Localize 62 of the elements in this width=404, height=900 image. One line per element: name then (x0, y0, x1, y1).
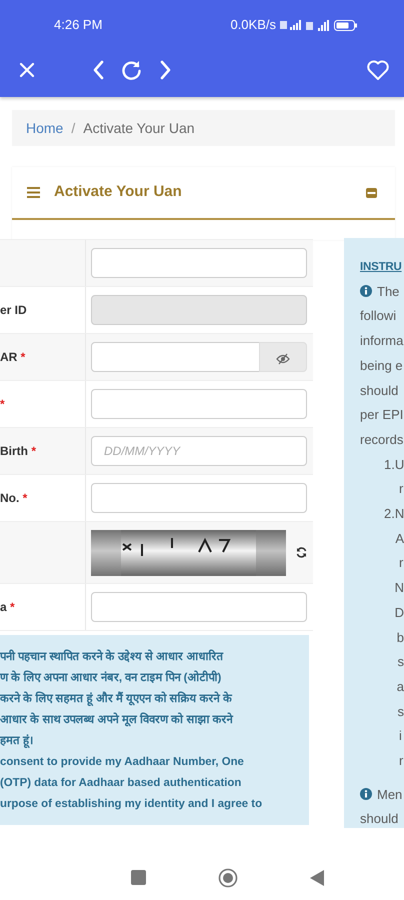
input-field[interactable] (91, 248, 307, 278)
refresh-captcha-button[interactable] (294, 545, 309, 560)
field-label: * (0, 396, 5, 413)
field-label: Birth * (0, 443, 36, 460)
eye-slash-icon (276, 352, 290, 365)
input-field[interactable] (91, 342, 260, 372)
info-icon (360, 284, 372, 297)
consent-text: पनी पहचान स्थापित करने के उद्देश्य से आधार आधारित ण के लिए अपना आधार नंबर, वन टाइम पिन (ओटीपी) करने के लिए सहमत हूं और मैं यूएएन को सक्रिय करने के आधार के साथ उपलब्ध अपने मूल विवरण को साझा करने हमत हूं। consent to provide my Aadhaar Number, One (OTP) data for Aadhaar based authentication urpose of establishing my identity and I agree to (0, 635, 309, 825)
info-icon (360, 788, 372, 800)
input-field[interactable]: DD/MM/YYYY (91, 436, 307, 466)
card-title: Activate Your Uan (54, 182, 182, 202)
circle-icon (218, 868, 238, 888)
instruction-text: a (396, 678, 404, 696)
list-number: 1. (384, 456, 395, 474)
signal-icon (280, 20, 302, 30)
instruction-text: The (377, 284, 400, 299)
home-button[interactable] (216, 866, 240, 890)
square-icon (130, 870, 146, 885)
menu-icon (27, 187, 40, 198)
instruction-text: r (399, 554, 404, 572)
instruction-text: followi (360, 308, 396, 324)
instruction-text: should (360, 382, 398, 398)
instruction-text: N (394, 505, 404, 524)
back-nav-button[interactable] (308, 868, 326, 888)
minimize-icon (366, 188, 377, 198)
instruction-text: should (360, 811, 398, 826)
battery-icon (334, 20, 358, 30)
input-field[interactable] (91, 389, 307, 419)
field-label: er ID (0, 302, 27, 319)
instruction-text: informa (360, 333, 404, 348)
recents-button[interactable] (128, 868, 148, 887)
breadcrumb-link[interactable]: Home (26, 118, 64, 138)
network-speed: 0.0KB/s (230, 16, 276, 34)
triangle-icon (310, 870, 324, 886)
instruction-text: s (398, 702, 404, 721)
breadcrumb-current: Activate Your Uan (83, 118, 195, 138)
status-time: 4:26 PM (54, 16, 102, 34)
list-number: 2. (384, 505, 395, 524)
instruction-text: i (399, 727, 402, 746)
field-label: No. * (0, 490, 28, 507)
instruction-text: s (398, 653, 404, 672)
field-label: AR * (0, 349, 26, 366)
instruction-text: A (395, 530, 404, 548)
field-label: a * (0, 599, 15, 616)
instruction-text: b (396, 628, 404, 647)
breadcrumb-separator: / (71, 118, 76, 138)
instruction-text: r (399, 480, 404, 498)
instruction-text: being e (360, 358, 403, 373)
show-password-button[interactable] (259, 342, 307, 372)
signal-icon (306, 20, 330, 30)
instruction-text: records (360, 432, 404, 447)
heart-icon (366, 59, 390, 81)
minimize-button[interactable] (364, 186, 379, 200)
instruction-text: N (394, 579, 404, 598)
input-field[interactable] (91, 483, 307, 513)
input-field[interactable] (91, 592, 307, 622)
instruction-text: per EPI (360, 407, 404, 422)
instruction-text: U (394, 456, 404, 474)
instruction-text: r (399, 752, 404, 770)
instructions-heading: INSTRU (360, 260, 403, 275)
instruction-text: Men (377, 786, 402, 802)
instruction-text: D (394, 604, 404, 622)
